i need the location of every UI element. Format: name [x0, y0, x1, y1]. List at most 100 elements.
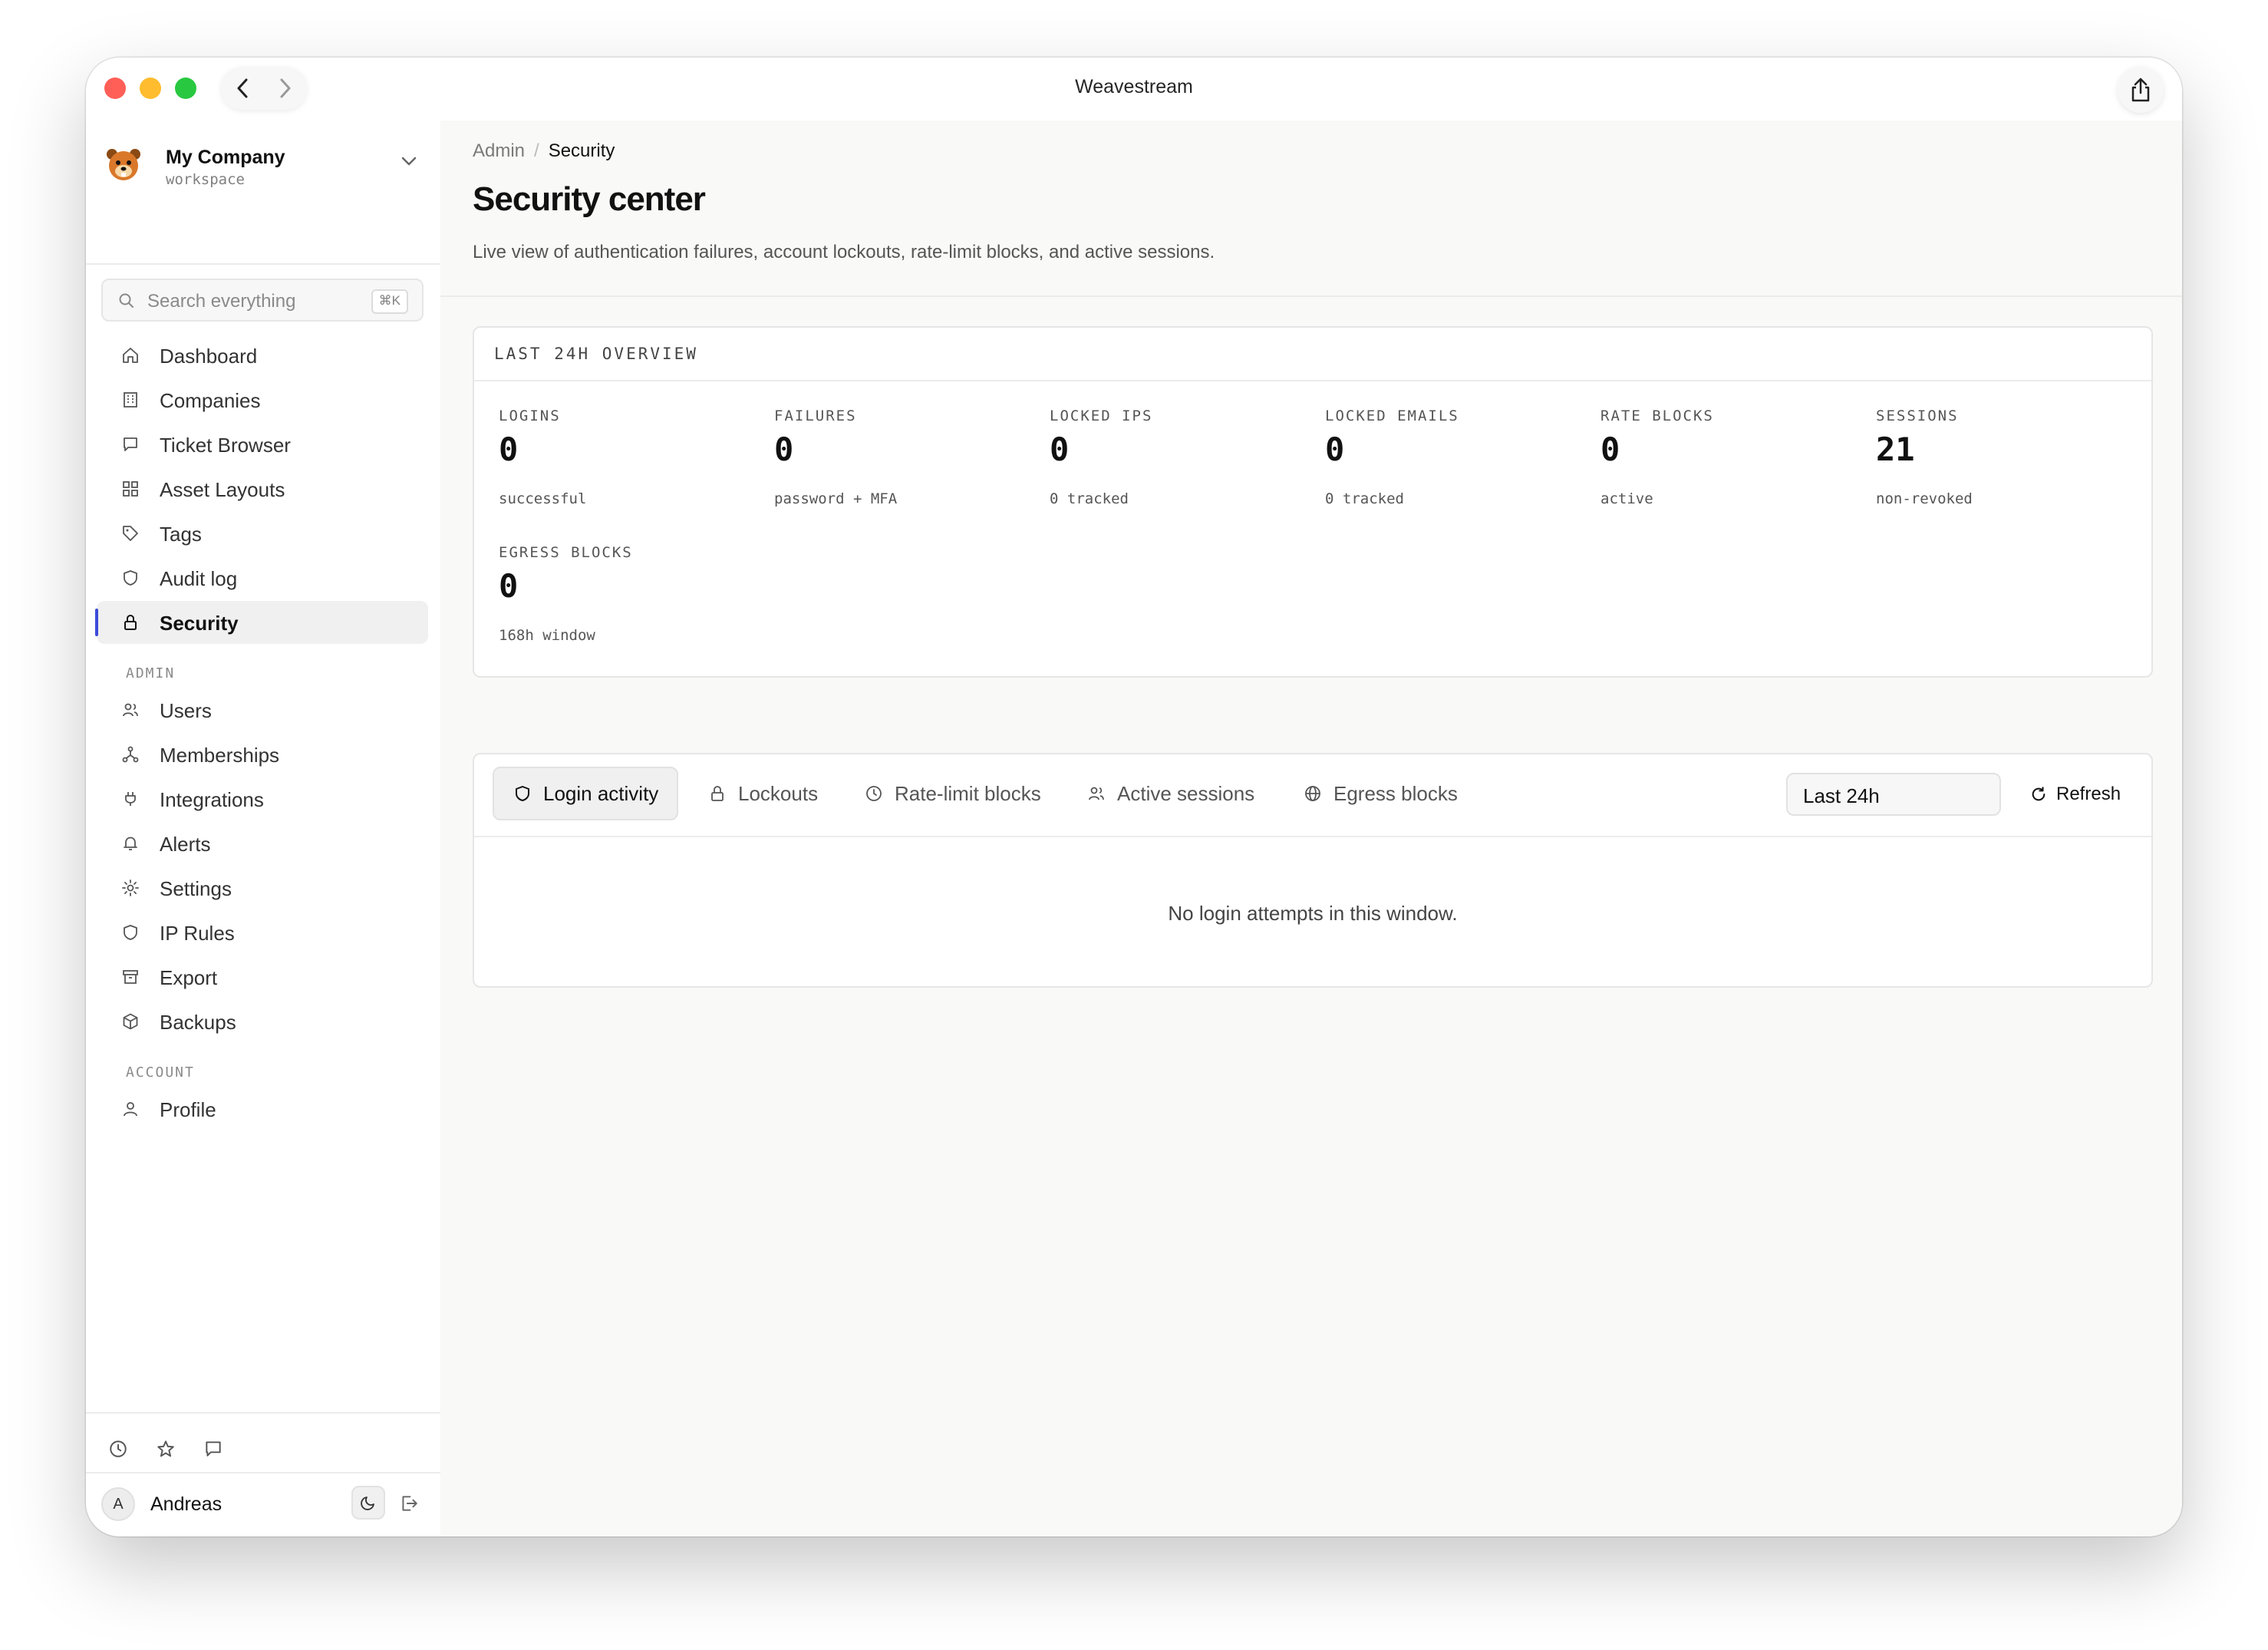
stat-label: LOCKED IPS: [1050, 408, 1153, 424]
favorites-button[interactable]: [155, 1438, 176, 1460]
search-shortcut-badge: ⌘K: [371, 289, 408, 314]
stat-label: SESSIONS: [1876, 408, 1959, 424]
title-bar: Weavestream: [86, 58, 2182, 120]
stat-label: EGRESS BLOCKS: [499, 544, 633, 561]
bell-icon: [124, 837, 137, 850]
sidebar-item-settings[interactable]: Settings: [97, 866, 428, 909]
stat-value: 0: [499, 567, 519, 605]
sidebar-item-label: Companies: [160, 389, 261, 412]
sidebar-nav: Dashboard Companies Ticket Browser Asset…: [95, 334, 428, 1132]
message-square-icon: [124, 437, 137, 451]
avatar[interactable]: A: [101, 1487, 135, 1521]
sidebar-item-export[interactable]: Export: [97, 955, 428, 998]
window-title: Weavestream: [1075, 76, 1193, 97]
tab-label: Rate-limit blocks: [895, 781, 1041, 805]
stat-sub: non-revoked: [1876, 490, 1973, 507]
archive-icon: [123, 970, 138, 984]
sidebar-item-security[interactable]: Security: [95, 601, 428, 644]
sidebar: My Company workspace Search everything ⌘…: [86, 120, 442, 1536]
stat-sessions: SESSIONS 21 non-revoked: [1876, 408, 2137, 538]
chevron-down-icon: [401, 157, 417, 166]
sidebar-item-backups[interactable]: Backups: [97, 1000, 428, 1043]
sidebar-item-dashboard[interactable]: Dashboard: [97, 334, 428, 377]
sidebar-item-label: Users: [160, 699, 212, 722]
stat-label: RATE BLOCKS: [1600, 408, 1714, 424]
stat-sub: 168h window: [499, 627, 595, 644]
sidebar-quick-actions: [107, 1438, 224, 1460]
sidebar-item-tags[interactable]: Tags: [97, 512, 428, 555]
refresh-label: Refresh: [2056, 784, 2121, 804]
sidebar-item-integrations[interactable]: Integrations: [97, 777, 428, 820]
sidebar-item-label: Memberships: [160, 744, 280, 767]
stat-label: LOGINS: [499, 408, 561, 424]
stat-locked-emails: LOCKED EMAILS 0 0 tracked: [1325, 408, 1586, 538]
share-button[interactable]: [2118, 67, 2164, 113]
sidebar-item-label: Backups: [160, 1011, 236, 1034]
share-icon: [2131, 78, 2150, 102]
moon-icon: [361, 1497, 374, 1510]
sidebar-item-label: Integrations: [160, 788, 264, 811]
logout-button[interactable]: [397, 1492, 420, 1515]
sidebar-item-audit-log[interactable]: Audit log: [97, 556, 428, 599]
network-icon: [122, 746, 139, 763]
divider: [86, 1412, 440, 1414]
nav-section-admin: ADMIN: [97, 655, 428, 688]
sidebar-item-label: Profile: [160, 1098, 216, 1121]
search-input[interactable]: Search everything ⌘K: [101, 279, 424, 322]
tab-label: Egress blocks: [1333, 781, 1458, 805]
stat-value: 21: [1876, 431, 1915, 468]
tab-egress-blocks[interactable]: Egress blocks: [1303, 767, 1458, 820]
user-name: Andreas: [150, 1493, 223, 1515]
overview-card: LAST 24H OVERVIEW LOGINS 0 successful FA…: [473, 326, 2153, 678]
theme-toggle-button[interactable]: [351, 1486, 385, 1520]
sidebar-item-alerts[interactable]: Alerts: [97, 822, 428, 865]
sidebar-item-ticket-browser[interactable]: Ticket Browser: [97, 423, 428, 466]
shield-icon: [124, 570, 137, 586]
divider: [86, 263, 440, 265]
tab-rate-limit-blocks[interactable]: Rate-limit blocks: [864, 767, 1041, 820]
stat-label: LOCKED EMAILS: [1325, 408, 1459, 424]
stat-rate-blocks: RATE BLOCKS 0 active: [1600, 408, 1861, 538]
sidebar-item-asset-layouts[interactable]: Asset Layouts: [97, 467, 428, 510]
time-range-select[interactable]: Last 24h: [1786, 773, 2001, 816]
lock-icon: [707, 784, 727, 804]
tab-lockouts[interactable]: Lockouts: [707, 767, 818, 820]
building-icon: [124, 392, 137, 408]
page-title: Security center: [473, 180, 706, 218]
sidebar-item-label: Asset Layouts: [160, 478, 285, 501]
sidebar-item-ip-rules[interactable]: IP Rules: [97, 911, 428, 954]
stat-sub: password + MFA: [774, 490, 898, 507]
clock-icon: [110, 1440, 127, 1457]
breadcrumb-separator: /: [534, 140, 539, 161]
sidebar-item-label: Audit log: [160, 567, 238, 590]
shield-icon: [513, 784, 532, 804]
workspace-switcher[interactable]: My Company workspace: [104, 139, 422, 193]
user-menu: A Andreas: [101, 1486, 425, 1524]
shield-icon: [124, 925, 137, 940]
stat-sub: successful: [499, 490, 587, 507]
sidebar-item-memberships[interactable]: Memberships: [97, 733, 428, 776]
sidebar-item-users[interactable]: Users: [97, 688, 428, 731]
page-header: Admin / Security Security center Live view…: [440, 120, 2182, 297]
tab-active-sessions[interactable]: Active sessions: [1086, 767, 1254, 820]
message-square-icon: [206, 1441, 221, 1457]
sidebar-item-companies[interactable]: Companies: [97, 378, 428, 421]
time-range-value: Last 24h: [1803, 784, 1880, 807]
tab-login-activity[interactable]: Login activity: [493, 767, 679, 820]
sidebar-item-label: Security: [160, 612, 239, 635]
sidebar-item-label: Dashboard: [160, 345, 258, 368]
logout-icon: [402, 1496, 417, 1511]
breadcrumb-admin-link[interactable]: Admin: [473, 140, 525, 161]
sidebar-item-label: Alerts: [160, 833, 211, 856]
breadcrumb: Admin / Security: [473, 140, 615, 162]
sidebar-item-label: IP Rules: [160, 922, 235, 945]
recent-button[interactable]: [107, 1438, 129, 1460]
breadcrumb-current: Security: [548, 140, 615, 161]
grid-icon: [123, 481, 138, 497]
sidebar-item-profile[interactable]: Profile: [97, 1087, 428, 1130]
refresh-button[interactable]: Refresh: [2030, 774, 2121, 814]
users-icon: [123, 703, 138, 717]
stat-value: 0: [499, 431, 519, 468]
stat-sub: 0 tracked: [1325, 490, 1404, 507]
feedback-button[interactable]: [203, 1438, 224, 1460]
